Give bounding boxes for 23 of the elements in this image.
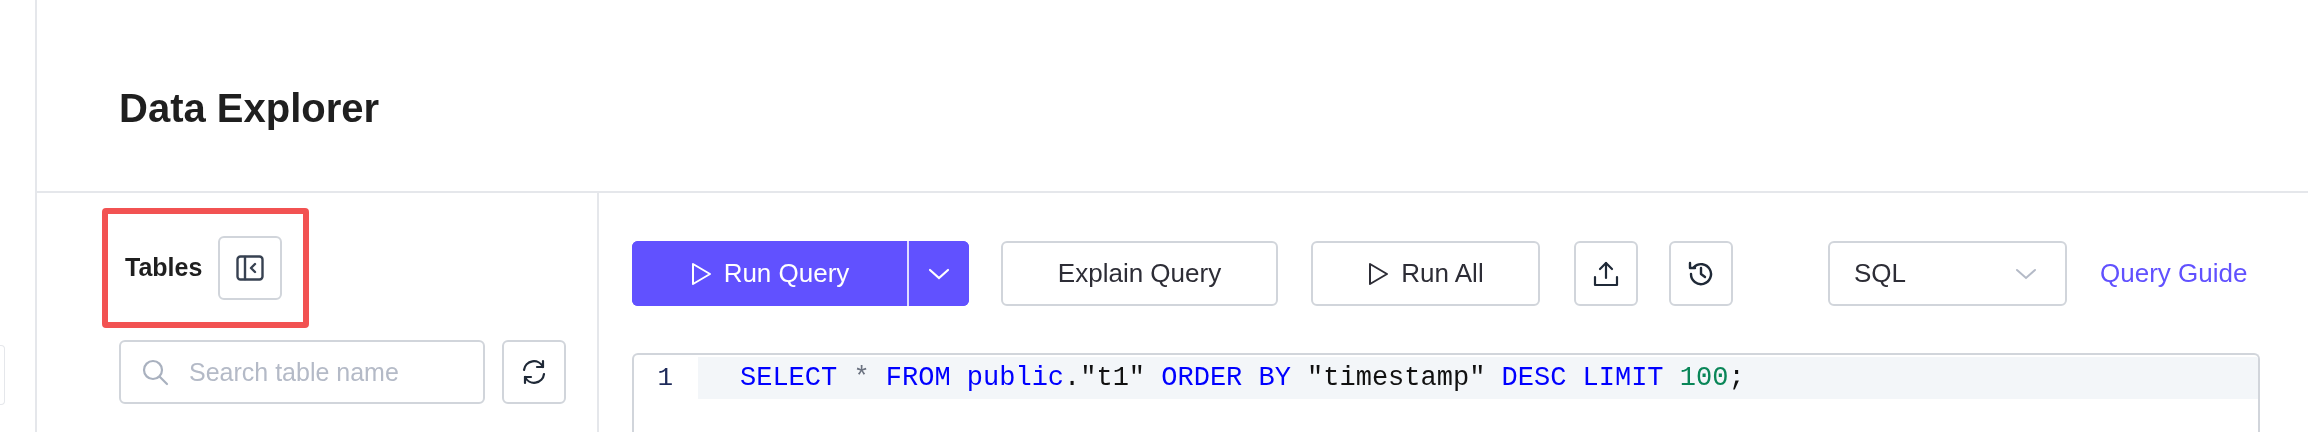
search-icon — [141, 358, 169, 386]
upload-icon — [1592, 259, 1620, 288]
search-field[interactable]: Search table name — [119, 340, 485, 404]
history-icon — [1687, 259, 1715, 288]
run-options-button[interactable] — [907, 241, 969, 306]
refresh-button[interactable] — [502, 340, 566, 404]
play-icon — [689, 261, 712, 286]
run-all-button[interactable]: Run All — [1311, 241, 1540, 306]
sidebar-collapse-icon — [236, 255, 265, 281]
chevron-down-icon — [928, 267, 950, 280]
query-guide-link[interactable]: Query Guide — [2100, 254, 2248, 293]
language-select[interactable]: SQL — [1828, 241, 2067, 306]
code-editor[interactable]: 1 SELECT * FROM public."t1" ORDER BY "timestamp" DESC LIMIT 100; — [632, 353, 2260, 432]
refresh-icon — [520, 358, 548, 386]
chevron-down-icon — [2015, 267, 2037, 280]
collapse-panel-button[interactable] — [218, 236, 283, 300]
explain-query-button[interactable]: Explain Query — [1001, 241, 1278, 306]
panel-title: Tables — [125, 252, 203, 284]
history-button[interactable] — [1669, 241, 1733, 306]
page-title: Data Explorer — [119, 84, 380, 132]
export-button[interactable] — [1574, 241, 1638, 306]
line-number: 1 — [656, 361, 674, 395]
play-icon — [1367, 261, 1390, 286]
